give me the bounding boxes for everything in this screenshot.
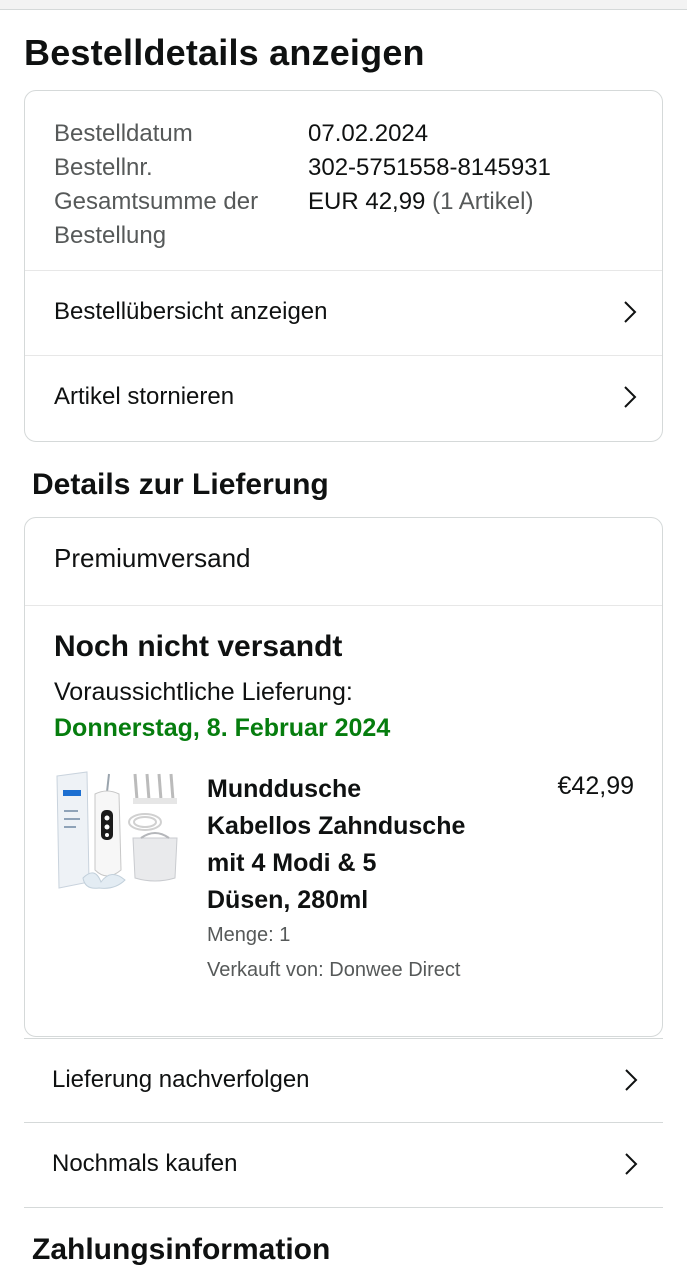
view-order-summary-link[interactable]: Bestellübersicht anzeigen [25,270,662,354]
product-title-link[interactable]: Munddusche Kabellos Zahndusche mit 4 Mod… [207,771,507,919]
expected-delivery-date: Donnerstag, 8. Februar 2024 [54,714,391,742]
chevron-right-icon [623,1151,639,1177]
divider [25,605,662,606]
product-title-line1: Munddusche [207,775,362,803]
order-summary: Bestelldatum 07.02.2024 Bestellnr. 302-5… [54,117,551,253]
order-total-value: EUR 42,99 (1 Artikel) [308,185,533,253]
chevron-right-icon [622,384,638,410]
divider [24,1207,663,1208]
delivery-heading: Details zur Lieferung [32,468,329,501]
product-title-line4: Düsen, 280ml [207,886,369,914]
order-date-label: Bestelldatum [54,120,193,147]
order-total-amount: EUR 42,99 [308,188,426,215]
shipment-status: Noch nicht versandt [54,630,343,663]
chevron-right-icon [622,299,638,325]
product-title-line3: mit 4 Modi & 5 [207,849,377,877]
order-number-value: 302-5751558-8145931 [308,154,551,181]
shipping-type: Premiumversand [54,543,251,573]
buy-again-link[interactable]: Nochmals kaufen [24,1122,663,1206]
product-seller: Verkauft von: Donwee Direct [207,959,461,981]
order-total-label-line1: Gesamtsumme der [54,188,259,215]
order-total-label: Gesamtsumme der Bestellung [54,185,308,253]
product-price: €42,99 [557,772,634,800]
product-quantity: Menge: 1 [207,924,291,946]
order-total-items: (1 Artikel) [432,188,534,215]
product-title-line2: Kabellos Zahndusche [207,812,466,840]
product-image[interactable] [55,770,181,894]
order-date-value: 07.02.2024 [308,120,429,147]
chevron-right-icon [623,1067,639,1093]
cancel-items-label: Artikel stornieren [54,383,235,410]
payment-heading: Zahlungsinformation [32,1233,331,1266]
track-package-label: Lieferung nachverfolgen [52,1066,310,1093]
order-total-label-line2: Bestellung [54,222,167,249]
order-summary-card: Bestelldatum 07.02.2024 Bestellnr. 302-5… [24,90,663,442]
expected-delivery-label: Voraussichtliche Lieferung: [54,678,353,706]
cancel-items-link[interactable]: Artikel stornieren [25,355,662,439]
order-number-row: Bestellnr. 302-5751558-8145931 [54,151,551,185]
order-details-page: Bestelldetails anzeigen Bestelldatum 07.… [0,0,687,1280]
order-date-row: Bestelldatum 07.02.2024 [54,117,551,151]
buy-again-label: Nochmals kaufen [52,1150,238,1177]
order-number-label: Bestellnr. [54,154,153,181]
view-order-summary-label: Bestellübersicht anzeigen [54,298,328,325]
page-title: Bestelldetails anzeigen [24,32,425,73]
top-bar-edge [0,0,687,10]
order-total-row: Gesamtsumme der Bestellung EUR 42,99 (1 … [54,185,551,253]
delivery-card: Premiumversand Noch nicht versandt Vorau… [24,517,663,1037]
track-package-link[interactable]: Lieferung nachverfolgen [24,1038,663,1122]
